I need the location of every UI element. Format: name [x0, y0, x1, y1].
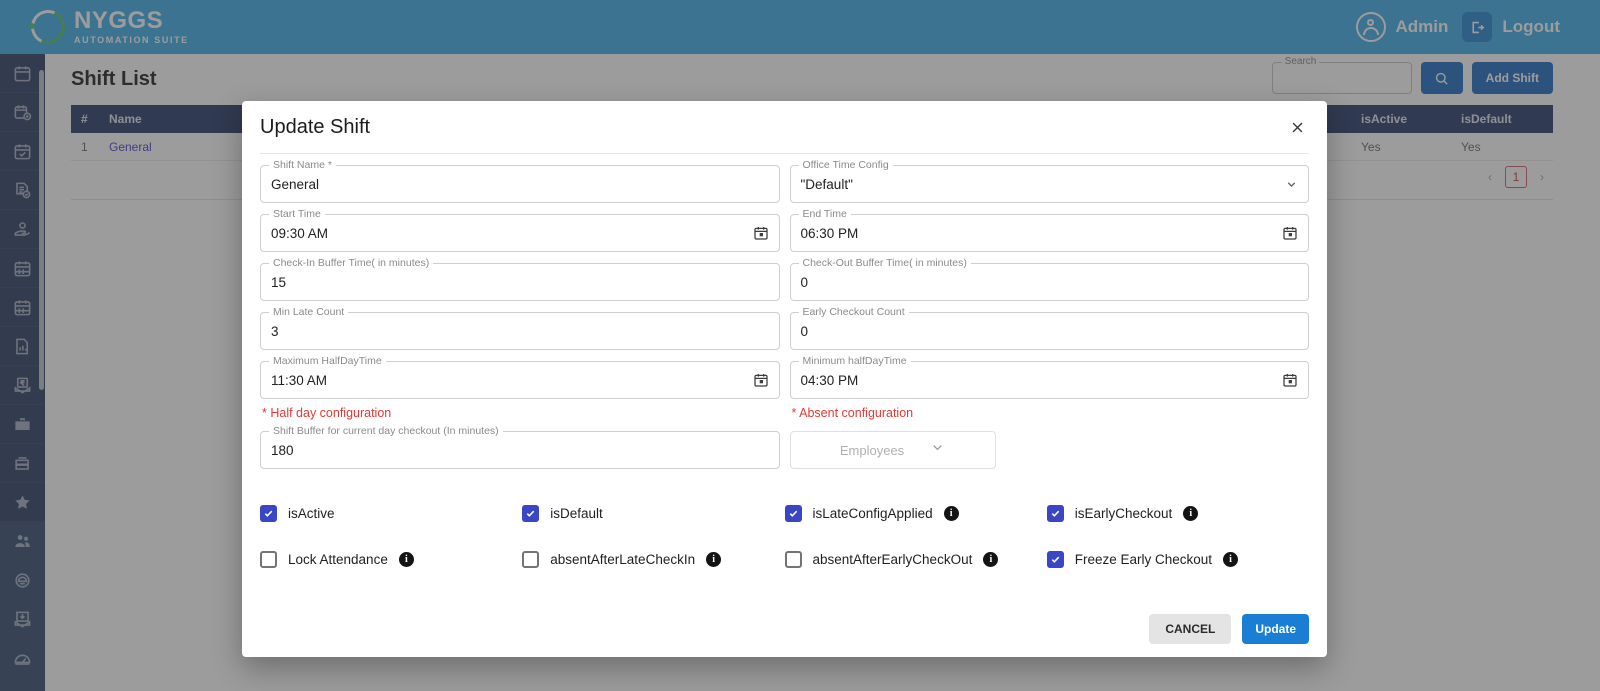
- start-time-value: 09:30 AM: [271, 225, 329, 241]
- checkbox-freeze-early-checkout[interactable]: Freeze Early Checkout i: [1046, 536, 1309, 582]
- checkbox-label: Lock Attendance: [288, 551, 388, 567]
- employees-placeholder: Employees: [839, 442, 905, 458]
- options-checkbox-grid: isActive isDefault isLateConfigApplied i…: [260, 490, 1309, 601]
- early-checkout-count-label: Early Checkout Count: [798, 306, 909, 318]
- info-icon[interactable]: i: [1183, 505, 1199, 521]
- checkbox-freeze-late-checkin[interactable]: Freeze Late CheckIn i: [260, 592, 522, 601]
- early-checkout-count-value: 0: [800, 323, 809, 339]
- absent-config-note: * Absent configuration: [791, 406, 914, 420]
- update-shift-dialog: Update Shift Shift Name * General Office…: [242, 101, 1327, 657]
- checkbox-box[interactable]: [784, 504, 802, 522]
- shift-buffer-value: 180: [271, 442, 294, 458]
- info-icon[interactable]: i: [398, 551, 414, 567]
- info-icon[interactable]: i: [943, 505, 959, 521]
- checkbox-lock-attendance[interactable]: Lock Attendance i: [260, 536, 522, 582]
- chevron-down-icon: [1285, 178, 1298, 191]
- checkout-buffer-value: 0: [800, 274, 809, 290]
- dialog-title: Update Shift: [260, 115, 371, 138]
- checkbox-label: absentAfterEarlyCheckOut: [812, 551, 973, 567]
- checkbox-box[interactable]: [522, 550, 540, 568]
- checkbox-label: isDefault: [550, 505, 603, 521]
- dialog-footer: CANCEL Update: [242, 601, 1327, 657]
- early-checkout-count-field[interactable]: Early Checkout Count 0: [789, 306, 1309, 350]
- max-halfday-value: 11:30 AM: [271, 372, 328, 388]
- shift-name-label: Shift Name *: [269, 159, 336, 171]
- calendar-icon[interactable]: [1282, 225, 1298, 241]
- start-time-field[interactable]: Start Time 09:30 AM: [260, 208, 780, 252]
- cancel-button[interactable]: CANCEL: [1149, 614, 1232, 644]
- checkbox-absentafterlatecheckin[interactable]: absentAfterLateCheckIn i: [522, 536, 784, 582]
- start-time-label: Start Time: [269, 208, 325, 220]
- end-time-value: 06:30 PM: [800, 225, 859, 241]
- office-time-config-label: Office Time Config: [798, 159, 893, 171]
- dialog-body: Shift Name * General Office Time Config …: [242, 154, 1327, 601]
- checkin-buffer-label: Check-In Buffer Time( in minutes): [269, 257, 434, 269]
- shift-buffer-field[interactable]: Shift Buffer for current day checkout (I…: [260, 425, 780, 469]
- checkbox-label: isActive: [288, 505, 335, 521]
- info-icon[interactable]: i: [983, 551, 999, 567]
- close-icon[interactable]: [1285, 115, 1309, 139]
- checkbox-box[interactable]: [784, 550, 802, 568]
- checkin-buffer-value: 15: [271, 274, 287, 290]
- info-icon[interactable]: i: [1223, 551, 1239, 567]
- end-time-field[interactable]: End Time 06:30 PM: [789, 208, 1309, 252]
- checkbox-box[interactable]: [1046, 504, 1064, 522]
- min-late-count-label: Min Late Count: [269, 306, 349, 318]
- max-halfday-label: Maximum HalfDayTime: [269, 355, 386, 367]
- checkbox-label: Freeze Early Checkout: [1074, 551, 1213, 567]
- checkin-buffer-field[interactable]: Check-In Buffer Time( in minutes) 15: [260, 257, 780, 301]
- min-halfday-field[interactable]: Minimum halfDayTime 04:30 PM: [789, 355, 1309, 399]
- calendar-icon[interactable]: [1282, 372, 1298, 388]
- min-late-count-value: 3: [271, 323, 279, 339]
- min-late-count-field[interactable]: Min Late Count 3: [260, 306, 780, 350]
- half-day-config-note: * Half day configuration: [262, 406, 392, 420]
- info-icon[interactable]: i: [706, 551, 722, 567]
- chevron-down-icon: [930, 440, 945, 460]
- checkbox-isearlycheckout[interactable]: isEarlyCheckout i: [1046, 490, 1309, 536]
- checkbox-box[interactable]: [260, 504, 277, 522]
- checkbox-islateconfigapplied[interactable]: isLateConfigApplied i: [784, 490, 1047, 536]
- office-time-config-select[interactable]: Office Time Config "Default": [789, 159, 1309, 203]
- checkbox-isactive[interactable]: isActive: [260, 490, 522, 536]
- checkbox-box[interactable]: [260, 550, 277, 568]
- calendar-icon[interactable]: [753, 225, 769, 241]
- app-root: Shift List Search Add Shift # Name isAct…: [0, 0, 1600, 691]
- min-halfday-value: 04:30 PM: [800, 372, 859, 388]
- checkbox-label: isEarlyCheckout: [1074, 505, 1173, 521]
- shift-name-field[interactable]: Shift Name * General: [260, 159, 780, 203]
- checkbox-absentafterearlycheckout[interactable]: absentAfterEarlyCheckOut i: [784, 536, 1047, 582]
- shift-buffer-label: Shift Buffer for current day checkout (I…: [269, 425, 503, 437]
- checkout-buffer-label: Check-Out Buffer Time( in minutes): [798, 257, 971, 269]
- calendar-icon[interactable]: [753, 372, 769, 388]
- checkbox-isdefault[interactable]: isDefault: [522, 490, 784, 536]
- max-halfday-field[interactable]: Maximum HalfDayTime 11:30 AM: [260, 355, 780, 399]
- checkbox-label: isLateConfigApplied: [812, 505, 933, 521]
- end-time-label: End Time: [798, 208, 851, 220]
- employees-select[interactable]: Employees: [789, 431, 996, 469]
- office-time-config-value: "Default": [800, 176, 853, 192]
- update-button[interactable]: Update: [1242, 614, 1309, 644]
- shift-name-value: General: [271, 176, 320, 192]
- checkbox-box[interactable]: [522, 504, 540, 522]
- checkbox-label: absentAfterLateCheckIn: [550, 551, 696, 567]
- dialog-header: Update Shift: [242, 101, 1327, 153]
- checkout-buffer-field[interactable]: Check-Out Buffer Time( in minutes) 0: [789, 257, 1309, 301]
- min-halfday-label: Minimum halfDayTime: [798, 355, 911, 367]
- checkbox-box[interactable]: [1046, 550, 1064, 568]
